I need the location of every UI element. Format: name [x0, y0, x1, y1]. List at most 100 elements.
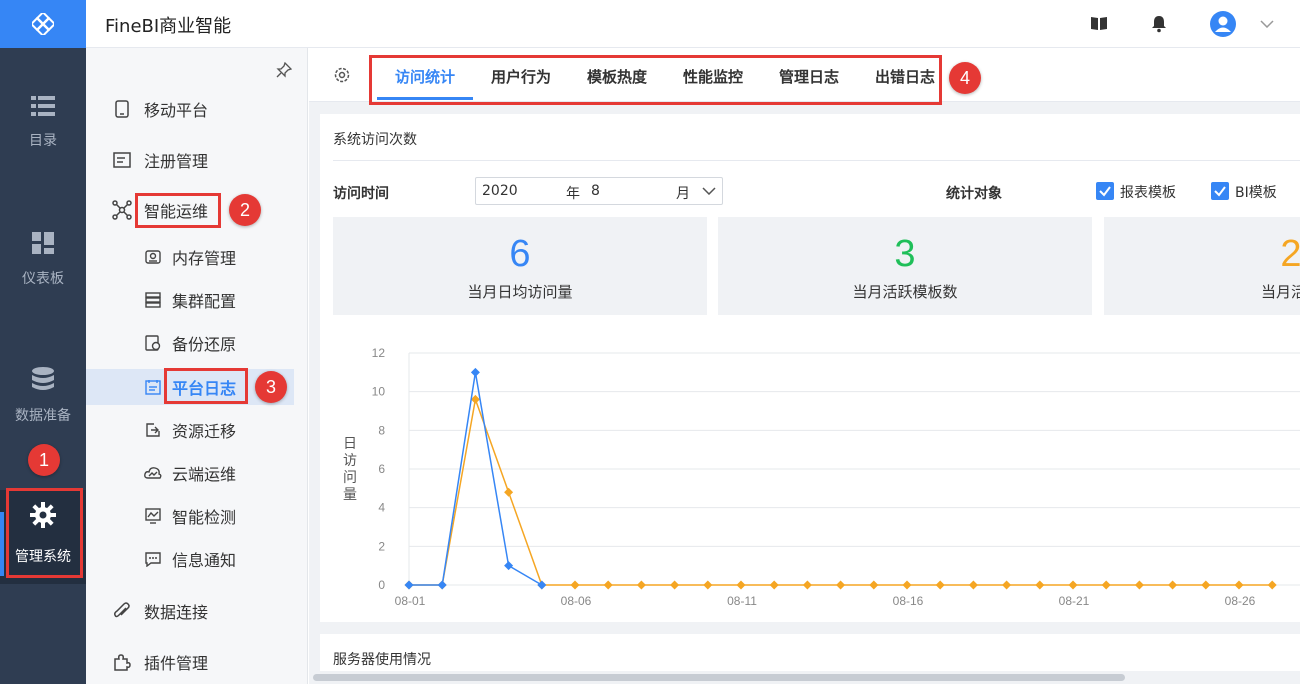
- cloud-icon: [144, 464, 162, 482]
- bi-template-label: BI模板: [1235, 185, 1277, 201]
- highlight-box-tabs: [369, 55, 942, 105]
- avatar[interactable]: [1210, 11, 1236, 37]
- sidebar-subitem-label: 智能检测: [172, 508, 237, 527]
- horizontal-scrollbar[interactable]: [309, 671, 1300, 684]
- sidebar-item-plugins[interactable]: 插件管理: [86, 642, 308, 682]
- sidebar-subitem-cluster[interactable]: 集群配置: [86, 282, 294, 318]
- settings-icon[interactable]: [333, 66, 351, 84]
- pin-icon[interactable]: [276, 62, 292, 78]
- sidebar-subitem-detect[interactable]: 智能检测: [86, 498, 294, 534]
- x-tick-label: 08-26: [1225, 594, 1256, 608]
- stat-value: 3: [894, 233, 916, 275]
- target-label: 统计对象: [946, 186, 1002, 202]
- y-tick-label: 4: [378, 501, 385, 515]
- stat-card-active-templates: 3 当月活跃模板数: [718, 217, 1092, 315]
- data-point: [1234, 580, 1244, 590]
- list-icon: [31, 96, 55, 116]
- rail-item-label: 目录: [29, 133, 57, 149]
- clip-icon: [112, 601, 132, 621]
- panel-title: 服务器使用情况: [333, 652, 431, 668]
- rail-item-data-prep[interactable]: 数据准备: [0, 367, 86, 425]
- ops-icon: [112, 200, 132, 220]
- x-tick-label: 08-21: [1059, 594, 1090, 608]
- logo-icon: [32, 13, 54, 35]
- data-point: [802, 580, 812, 590]
- user-icon: [1215, 16, 1231, 32]
- message-icon: [144, 550, 162, 568]
- chevron-down-icon[interactable]: [1260, 20, 1274, 28]
- sidebar-subitem-memory[interactable]: 内存管理: [86, 239, 294, 275]
- sidebar-item-label: 注册管理: [144, 152, 209, 171]
- data-point: [769, 580, 779, 590]
- sidebar-subitem-label: 备份还原: [172, 335, 237, 354]
- line-chart: 0 2 4 6 8 10 12 日访问量 08-01 08-06 08-11 08-16 08-21 08…: [343, 346, 1300, 608]
- sidebar-subitem-migrate[interactable]: 资源迁移: [86, 412, 294, 448]
- month-unit: 月: [676, 186, 690, 202]
- data-point: [470, 367, 480, 377]
- sidebar-subitem-label: 信息通知: [172, 551, 237, 570]
- visits-chart: 0 2 4 6 8 10 12 日访问量 08-01 08-06 08-11 08-16 08-21 08…: [320, 326, 1300, 622]
- data-point: [1267, 580, 1277, 590]
- sidebar-item-label: 移动平台: [144, 101, 209, 120]
- y-tick-label: 8: [378, 423, 385, 437]
- data-point: [703, 580, 713, 590]
- data-point: [902, 580, 912, 590]
- sidebar-subitem-cloud[interactable]: 云端运维: [86, 455, 294, 491]
- sidebar-subitem-backup[interactable]: 备份还原: [86, 325, 294, 361]
- access-stats-panel: 系统访问次数 访问时间 2020 年 8 月 统计对象 报表模板 BI模板 6 …: [320, 114, 1300, 622]
- rail-item-catalog[interactable]: 目录: [0, 96, 86, 150]
- year-value: 2020: [482, 183, 518, 199]
- scrollbar-thumb[interactable]: [313, 674, 1125, 681]
- y-tick-label: 12: [372, 346, 386, 360]
- highlight-box-admin: [6, 488, 83, 578]
- y-axis-label: 量: [343, 487, 357, 503]
- bi-template-checkbox[interactable]: [1211, 182, 1229, 200]
- year-unit: 年: [566, 186, 580, 202]
- main-content: 访问统计 用户行为 模板热度 性能监控 管理日志 出错日志 系统访问次数 访问时…: [309, 48, 1300, 684]
- report-template-checkbox[interactable]: [1096, 182, 1114, 200]
- puzzle-icon: [112, 652, 132, 672]
- data-point: [1134, 580, 1144, 590]
- data-point: [1002, 580, 1012, 590]
- rail-item-label: 仪表板: [22, 271, 64, 287]
- stat-card-active-partial: 2 当月活跃: [1104, 217, 1300, 315]
- highlight-box-ops: [135, 193, 221, 228]
- y-axis-label: 问: [343, 470, 357, 486]
- report-template-label: 报表模板: [1120, 185, 1176, 201]
- x-tick-label: 08-01: [395, 594, 426, 608]
- sidebar-subitem-notify[interactable]: 信息通知: [86, 541, 294, 577]
- data-point: [404, 580, 414, 590]
- app-logo[interactable]: [0, 0, 86, 48]
- time-label: 访问时间: [333, 186, 389, 202]
- stat-card-daily-visits: 6 当月日均访问量: [333, 217, 707, 315]
- sidebar-item-data-connect[interactable]: 数据连接: [86, 591, 308, 631]
- data-point: [1168, 580, 1178, 590]
- mobile-icon: [112, 99, 132, 119]
- cluster-icon: [144, 291, 162, 309]
- rail-item-dashboard[interactable]: 仪表板: [0, 232, 86, 288]
- bell-icon[interactable]: [1151, 15, 1167, 33]
- sidebar-item-register[interactable]: 注册管理: [86, 140, 308, 180]
- data-point: [1035, 580, 1045, 590]
- top-header: FineBI商业智能: [86, 0, 1300, 48]
- log-icon: [144, 378, 162, 396]
- book-icon[interactable]: [1090, 15, 1108, 31]
- sidebar-subitem-label: 集群配置: [172, 292, 237, 311]
- stat-caption: 当月日均访问量: [467, 283, 573, 301]
- y-axis-label: 访: [343, 453, 357, 469]
- data-point: [504, 561, 514, 571]
- data-point: [736, 580, 746, 590]
- sidebar-item-mobile[interactable]: 移动平台: [86, 89, 308, 129]
- stat-caption: 当月活跃模板数: [852, 283, 958, 301]
- data-point: [537, 580, 547, 590]
- divider: [333, 160, 1300, 161]
- series-line: [409, 372, 543, 586]
- month-picker[interactable]: 2020 年 8 月: [475, 177, 723, 205]
- y-tick-label: 0: [378, 578, 385, 592]
- y-tick-label: 2: [378, 539, 385, 553]
- check-icon: [1099, 186, 1111, 197]
- data-point: [570, 580, 580, 590]
- series-line: [409, 396, 1273, 586]
- step-badge-2: 2: [229, 194, 261, 226]
- y-tick-label: 10: [372, 385, 386, 399]
